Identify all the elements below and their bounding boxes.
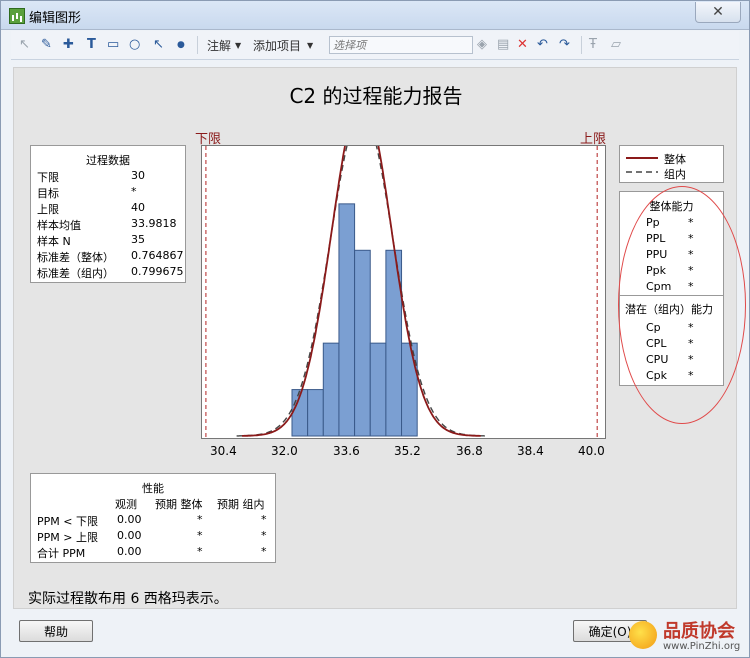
x-tick-label: 32.0	[271, 444, 298, 458]
histogram-bar	[338, 203, 356, 437]
window-title: 编辑图形	[29, 11, 82, 26]
performance-row-label: 合计 PPM	[37, 547, 86, 560]
x-tick-label: 40.0	[578, 444, 605, 458]
process-data-value: 0.764867	[131, 249, 184, 262]
toolbar-separator	[581, 36, 582, 54]
histogram-bar	[369, 342, 387, 437]
x-tick-label: 30.4	[210, 444, 237, 458]
x-tick-label: 38.4	[517, 444, 544, 458]
delete-icon[interactable]: ✕	[517, 36, 528, 54]
performance-row-label: PPM < 下限	[37, 515, 98, 528]
process-data-label: 样本均值	[37, 219, 81, 232]
process-data-value: *	[131, 185, 137, 198]
title-bar: 编辑图形 ✕	[1, 1, 749, 30]
paint-bucket-icon[interactable]: ◈	[477, 36, 487, 54]
document-icon[interactable]: ▤	[497, 36, 509, 54]
chevron-down-icon[interactable]: ▼	[307, 41, 313, 50]
process-data-label: 下限	[37, 171, 59, 184]
legend-box: 整体 组内	[619, 145, 724, 183]
chevron-down-icon[interactable]: ▼	[235, 41, 241, 50]
process-data-label: 标准差（整体）	[37, 251, 114, 264]
toolbar-separator	[197, 36, 198, 54]
annotate-menu[interactable]: 注解	[207, 37, 231, 54]
process-data-value: 40	[131, 201, 145, 214]
process-data-header: 过程数据	[86, 154, 130, 167]
close-button[interactable]: ✕	[695, 2, 741, 23]
histogram-bar	[354, 249, 371, 437]
crosshair-icon[interactable]: ✚	[63, 36, 74, 54]
performance-observed: 0.00	[117, 529, 142, 542]
x-tick-label: 33.6	[333, 444, 360, 458]
process-data-label: 目标	[37, 187, 59, 200]
histogram-bar	[322, 342, 340, 437]
watermark-url: www.PinZhi.org	[663, 641, 741, 652]
histogram-chart	[201, 96, 606, 439]
histogram-svg	[205, 96, 598, 438]
rectangle-icon[interactable]: ▭	[107, 36, 119, 54]
watermark-logo-icon	[629, 621, 657, 649]
text-format-icon[interactable]: Ŧ	[589, 36, 597, 54]
process-data-label: 标准差（组内）	[37, 267, 114, 280]
performance-col-exp-overall: 预期 整体	[155, 498, 203, 511]
text-tool-icon[interactable]: T	[87, 36, 96, 54]
marker-icon[interactable]: ●	[177, 36, 185, 54]
performance-exp-overall: *	[197, 545, 203, 558]
edit-graph-window: 编辑图形 ✕ ↖ ✎ ✚ T ▭ ○ ↖ ● 注解 ▼ 添加项目 ▼ 选择项 ◈…	[0, 0, 750, 658]
process-data-label: 样本 N	[37, 235, 71, 248]
add-item-menu[interactable]: 添加项目	[253, 37, 301, 54]
watermark: 品质协会 www.PinZhi.org	[623, 611, 749, 657]
ellipse-icon[interactable]: ○	[129, 36, 140, 54]
page-icon[interactable]: ▱	[611, 36, 621, 54]
performance-col-exp-within: 预期 组内	[217, 498, 265, 511]
process-data-value: 35	[131, 233, 145, 246]
performance-row-label: PPM > 上限	[37, 531, 98, 544]
process-data-value: 30	[131, 169, 145, 182]
performance-exp-overall: *	[197, 513, 203, 526]
legend-overall-label: 整体	[664, 153, 686, 166]
histogram-bar	[307, 389, 324, 437]
x-tick-label: 36.8	[456, 444, 483, 458]
process-data-value: 33.9818	[131, 217, 177, 230]
x-tick-label: 35.2	[394, 444, 421, 458]
legend-swatches	[626, 157, 658, 173]
arrow-line-icon[interactable]: ↖	[153, 36, 164, 54]
performance-observed: 0.00	[117, 545, 142, 558]
footnote: 实际过程散布用 6 西格玛表示。	[28, 591, 228, 607]
toolbar: ↖ ✎ ✚ T ▭ ○ ↖ ● 注解 ▼ 添加项目 ▼ 选择项 ◈ ▤ ✕ ↶ …	[11, 31, 739, 60]
performance-col-observed: 观测	[115, 498, 137, 511]
highlight-ellipse	[618, 186, 746, 424]
watermark-text: 品质协会	[663, 621, 735, 642]
histogram-bar	[401, 342, 418, 437]
brush-icon[interactable]: ✎	[41, 36, 52, 54]
process-data-label: 上限	[37, 203, 59, 216]
performance-exp-within: *	[261, 513, 267, 526]
performance-box: 性能 观测 预期 整体 预期 组内 PPM < 下限 0.00 * * PPM …	[30, 473, 276, 563]
pointer-icon[interactable]: ↖	[19, 36, 30, 54]
performance-observed: 0.00	[117, 513, 142, 526]
chart-app-icon	[9, 8, 25, 24]
performance-exp-overall: *	[197, 529, 203, 542]
performance-header: 性能	[142, 482, 164, 495]
report-title: C2 的过程能力报告	[289, 84, 463, 108]
performance-exp-within: *	[261, 545, 267, 558]
undo-icon[interactable]: ↶	[537, 36, 548, 54]
performance-exp-within: *	[261, 529, 267, 542]
process-data-box: 过程数据 下限 30 目标 * 上限 40 样本均值 33.9818 样本 N …	[30, 145, 186, 283]
help-button[interactable]: 帮助	[19, 620, 93, 642]
redo-icon[interactable]: ↷	[559, 36, 570, 54]
item-select[interactable]: 选择项	[329, 36, 473, 54]
process-data-value: 0.799675	[131, 265, 184, 278]
legend-within-label: 组内	[664, 168, 686, 181]
